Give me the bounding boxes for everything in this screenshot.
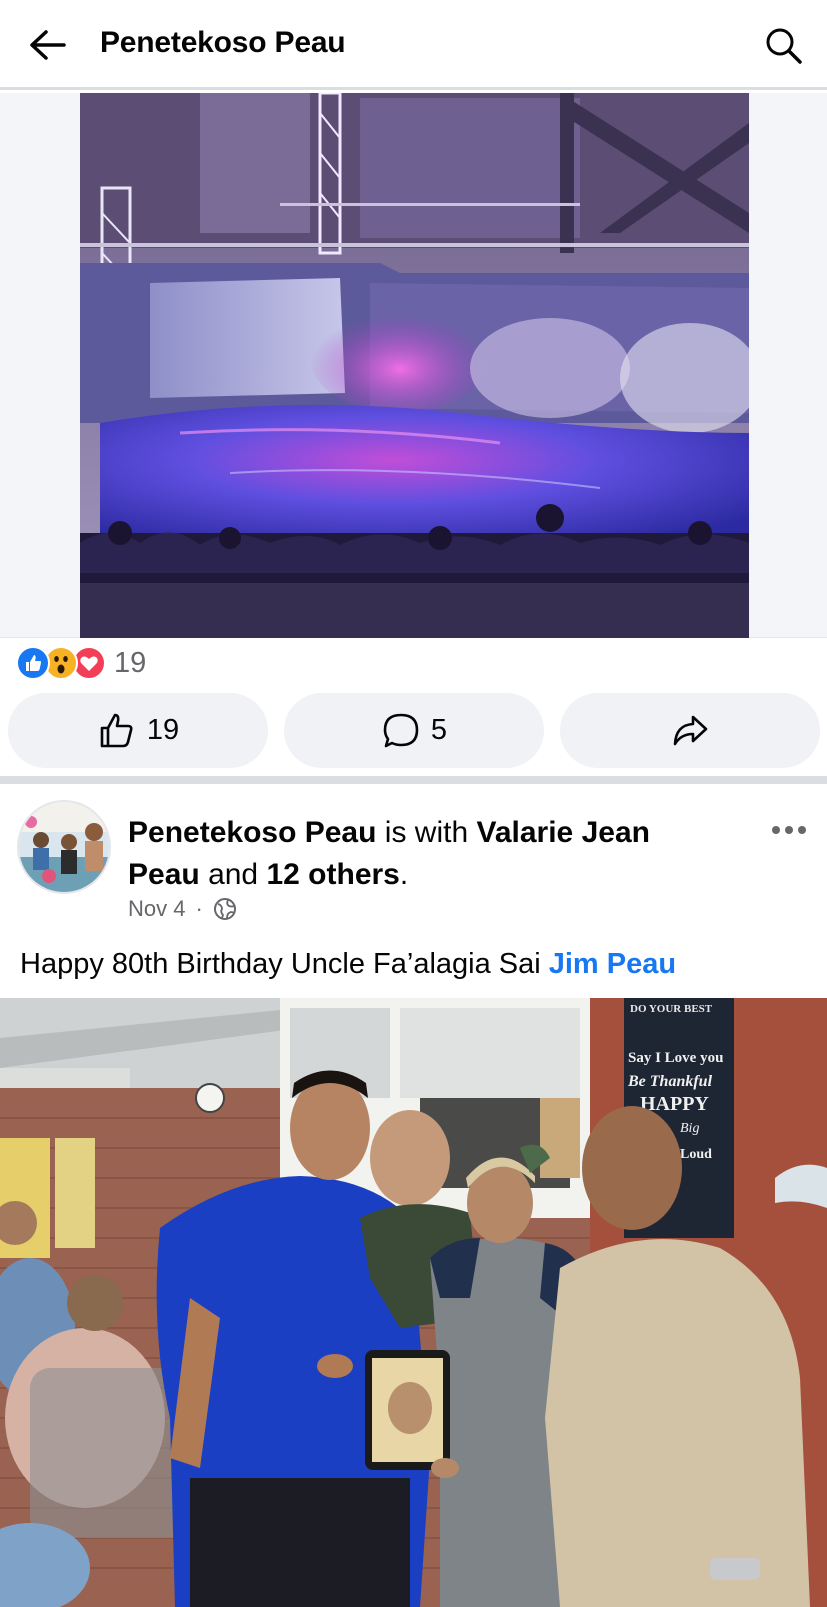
share-icon bbox=[673, 715, 708, 745]
avatar[interactable] bbox=[17, 800, 111, 894]
like-reaction-icon bbox=[16, 646, 50, 680]
post-divider bbox=[0, 776, 827, 784]
header-period: . bbox=[399, 858, 409, 891]
post-meta: Nov 4 · bbox=[128, 896, 237, 922]
back-arrow-icon bbox=[30, 30, 66, 60]
post-body: Happy 80th Birthday Uncle Fa’alagia Sai … bbox=[20, 948, 676, 981]
post-photo-container bbox=[0, 93, 827, 638]
more-dots-icon bbox=[772, 826, 780, 834]
mention-link[interactable]: Jim Peau bbox=[549, 948, 676, 980]
post-photo-birthday-group[interactable]: DO YOUR BEST Say I Love you Be Thankful … bbox=[0, 998, 827, 1607]
thumbs-up-icon bbox=[100, 713, 133, 747]
meta-separator: · bbox=[195, 896, 203, 921]
top-bar: Penetekoso Peau bbox=[0, 0, 827, 90]
comment-button[interactable]: 5 bbox=[284, 693, 544, 768]
author-name[interactable]: Penetekoso Peau bbox=[128, 816, 376, 849]
sign-line-1: DO YOUR BEST bbox=[630, 1003, 713, 1015]
comment-count: 5 bbox=[430, 714, 448, 746]
reactions-summary[interactable]: 19 bbox=[16, 646, 146, 680]
others-link[interactable]: 12 others bbox=[266, 858, 399, 891]
search-button[interactable] bbox=[762, 24, 806, 68]
post-date[interactable]: Nov 4 bbox=[128, 896, 185, 922]
search-icon bbox=[766, 28, 802, 64]
reaction-count: 19 bbox=[114, 646, 147, 679]
back-button[interactable] bbox=[26, 24, 70, 68]
share-button[interactable] bbox=[560, 693, 820, 768]
post-photo-aquarium-show[interactable] bbox=[80, 93, 749, 638]
sign-line-5: Big bbox=[680, 1121, 699, 1136]
with-text: is with bbox=[384, 816, 469, 849]
like-count: 19 bbox=[146, 714, 180, 746]
globe-icon bbox=[213, 898, 236, 920]
sign-line-6: Loud bbox=[680, 1147, 712, 1162]
sign-line-3: Be Thankful bbox=[627, 1073, 713, 1090]
page-title: Penetekoso Peau bbox=[100, 26, 346, 59]
comment-icon bbox=[383, 713, 419, 747]
and-text: and bbox=[208, 858, 259, 891]
sign-line-2: Say I Love you bbox=[628, 1050, 723, 1066]
like-button[interactable]: 19 bbox=[8, 693, 268, 768]
more-options-button[interactable] bbox=[772, 818, 812, 842]
post-message: Happy 80th Birthday Uncle Fa’alagia Sai bbox=[20, 948, 541, 980]
post-header-text: Penetekoso Peau is with Valarie Jean Pea… bbox=[128, 812, 688, 896]
